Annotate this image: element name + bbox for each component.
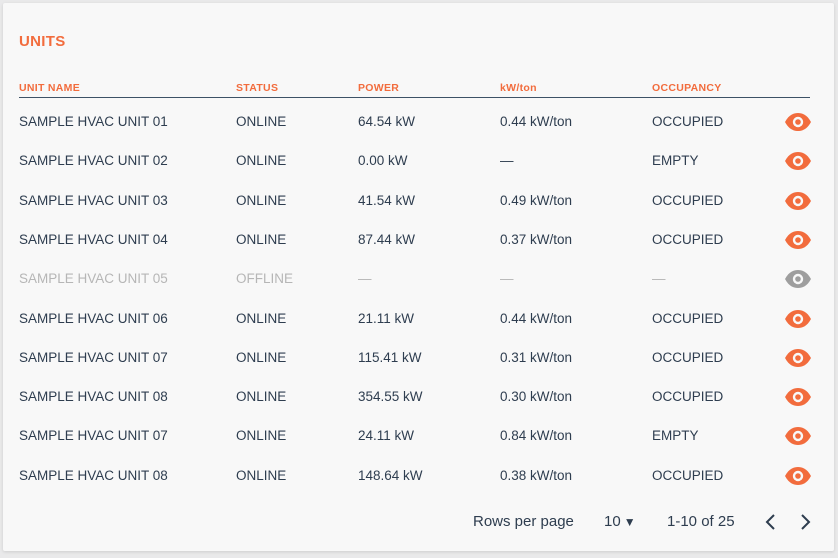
view-unit-button[interactable] <box>784 112 812 132</box>
rows-per-page-select[interactable]: 10 ▼ <box>604 511 636 533</box>
table-row[interactable]: SAMPLE HVAC UNIT 08 ONLINE 354.55 kW 0.30 k… <box>19 377 812 416</box>
column-header-kw-ton[interactable]: kW/ton <box>500 82 537 94</box>
eye-icon <box>785 152 811 171</box>
eye-icon <box>785 230 811 249</box>
view-unit-button[interactable] <box>784 309 812 329</box>
power-cell: 115.41 kW <box>358 349 422 365</box>
unit-name-cell: SAMPLE HVAC UNIT 05 <box>19 271 168 287</box>
status-cell: ONLINE <box>236 389 287 405</box>
unit-name-cell: SAMPLE HVAC UNIT 06 <box>19 310 168 326</box>
status-cell: ONLINE <box>236 114 287 129</box>
power-cell: 354.55 kW <box>358 389 423 405</box>
column-header-power[interactable]: POWER <box>358 82 399 94</box>
kw-ton-cell: 0.30 kW/ton <box>500 389 573 405</box>
occupancy-cell: EMPTY <box>652 153 699 169</box>
occupancy-cell: EMPTY <box>652 428 699 444</box>
eye-icon <box>785 191 811 210</box>
column-header-unit-name[interactable]: UNIT NAME <box>19 82 80 94</box>
kw-ton-cell: 0.38 kW/ton <box>500 467 573 483</box>
occupancy-cell: — <box>652 271 666 287</box>
eye-icon <box>785 348 811 367</box>
table-row[interactable]: SAMPLE HVAC UNIT 06 ONLINE 21.11 kW 0.44 kW… <box>19 299 812 338</box>
status-cell: ONLINE <box>236 310 287 326</box>
unit-name-cell: SAMPLE HVAC UNIT 08 <box>19 389 168 405</box>
status-cell: ONLINE <box>236 467 287 483</box>
units-card: UNITS UNIT NAME STATUS POWER kW/ton OCCU… <box>3 3 834 551</box>
kw-ton-cell: — <box>500 271 514 287</box>
caret-down-icon: ▼ <box>623 515 636 529</box>
status-cell: ONLINE <box>236 428 287 444</box>
power-cell: 148.64 kW <box>358 467 423 483</box>
table-row[interactable]: SAMPLE HVAC UNIT 03 ONLINE 41.54 kW 0.49 kW… <box>19 181 812 220</box>
kw-ton-cell: — <box>500 153 514 169</box>
kw-ton-cell: 0.37 kW/ton <box>500 231 573 247</box>
eye-icon <box>785 466 811 485</box>
view-unit-button[interactable] <box>784 191 812 211</box>
occupancy-cell: OCCUPIED <box>652 389 724 405</box>
table-row[interactable]: SAMPLE HVAC UNIT 02 ONLINE 0.00 kW — EMPTY <box>19 141 812 180</box>
table-row[interactable]: SAMPLE HVAC UNIT 07 ONLINE 24.11 kW 0.84 kW… <box>19 416 812 455</box>
view-unit-button[interactable] <box>784 466 812 486</box>
eye-icon <box>785 113 811 131</box>
power-cell: 21.11 kW <box>358 310 415 326</box>
view-unit-button[interactable] <box>784 230 812 250</box>
occupancy-cell: OCCUPIED <box>652 349 724 365</box>
unit-name-cell: SAMPLE HVAC UNIT 08 <box>19 467 168 483</box>
kw-ton-cell: 0.31 kW/ton <box>500 349 573 365</box>
view-unit-button[interactable] <box>784 387 812 407</box>
unit-name-cell: SAMPLE HVAC UNIT 07 <box>19 349 168 365</box>
status-cell: ONLINE <box>236 231 287 247</box>
next-page-button[interactable] <box>794 511 816 533</box>
power-cell: 64.54 kW <box>358 114 416 129</box>
occupancy-cell: OCCUPIED <box>652 467 724 483</box>
unit-name-cell: SAMPLE HVAC UNIT 03 <box>19 192 168 208</box>
eye-icon <box>785 309 811 328</box>
status-cell: OFFLINE <box>236 271 294 287</box>
status-cell: ONLINE <box>236 192 287 208</box>
table-row[interactable]: SAMPLE HVAC UNIT 07 ONLINE 115.41 kW 0.31 k… <box>19 338 812 377</box>
view-unit-button[interactable] <box>784 151 812 171</box>
kw-ton-cell: 0.49 kW/ton <box>500 192 573 208</box>
eye-icon <box>785 427 811 446</box>
table-row[interactable]: SAMPLE HVAC UNIT 08 ONLINE 148.64 kW 0.38 k… <box>19 456 812 495</box>
occupancy-cell: OCCUPIED <box>652 231 724 247</box>
unit-name-cell: SAMPLE HVAC UNIT 01 <box>19 114 168 129</box>
table-header: UNIT NAME STATUS POWER kW/ton OCCUPANCY <box>19 79 810 98</box>
column-header-occupancy[interactable]: OCCUPANCY <box>652 82 722 94</box>
view-unit-button[interactable] <box>784 269 812 289</box>
chevron-left-icon <box>765 514 775 530</box>
view-unit-button[interactable] <box>784 426 812 446</box>
occupancy-cell: OCCUPIED <box>652 114 724 129</box>
table-row[interactable]: SAMPLE HVAC UNIT 01 ONLINE 64.54 kW 0.44 kW… <box>19 102 812 141</box>
power-cell: 41.54 kW <box>358 192 416 208</box>
unit-name-cell: SAMPLE HVAC UNIT 04 <box>19 231 168 247</box>
rows-per-page-label: Rows per page <box>473 513 574 530</box>
chevron-right-icon <box>801 514 811 530</box>
power-cell: 87.44 kW <box>358 231 416 247</box>
power-cell: 24.11 kW <box>358 428 415 444</box>
kw-ton-cell: 0.84 kW/ton <box>500 428 573 444</box>
power-cell: — <box>358 271 372 287</box>
column-header-status[interactable]: STATUS <box>236 82 278 94</box>
kw-ton-cell: 0.44 kW/ton <box>500 310 573 326</box>
status-cell: ONLINE <box>236 349 287 365</box>
occupancy-cell: OCCUPIED <box>652 310 724 326</box>
kw-ton-cell: 0.44 kW/ton <box>500 114 573 129</box>
rows-per-page-value: 10 <box>604 513 621 530</box>
eye-icon <box>785 388 811 407</box>
power-cell: 0.00 kW <box>358 153 408 169</box>
card-title: UNITS <box>19 33 66 50</box>
view-unit-button[interactable] <box>784 348 812 368</box>
status-cell: ONLINE <box>236 153 287 169</box>
unit-name-cell: SAMPLE HVAC UNIT 02 <box>19 153 168 169</box>
pagination-range: 1-10 of 25 <box>667 513 735 530</box>
unit-name-cell: SAMPLE HVAC UNIT 07 <box>19 428 168 444</box>
previous-page-button[interactable] <box>760 511 782 533</box>
table-row[interactable]: SAMPLE HVAC UNIT 05 OFFLINE — — — <box>19 259 812 298</box>
eye-icon <box>785 270 811 289</box>
table-row[interactable]: SAMPLE HVAC UNIT 04 ONLINE 87.44 kW 0.37 kW… <box>19 220 812 259</box>
occupancy-cell: OCCUPIED <box>652 192 724 208</box>
